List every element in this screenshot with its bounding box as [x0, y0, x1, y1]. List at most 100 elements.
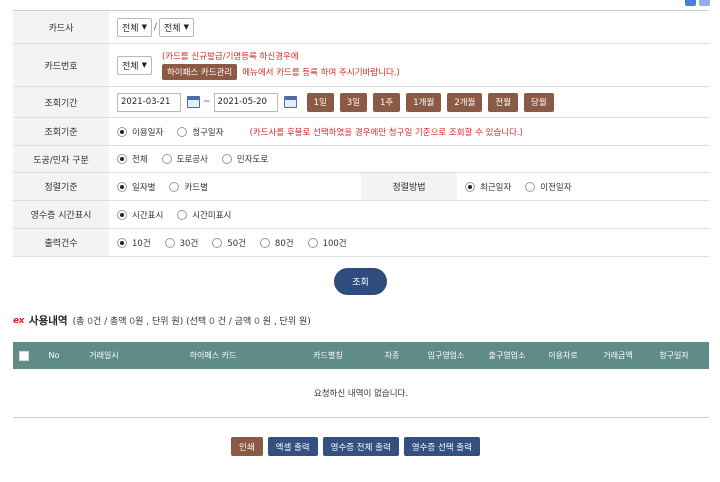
col-amount: 거래금액: [603, 351, 633, 360]
radio-time-show[interactable]: 시간표시: [117, 209, 163, 221]
list-view-icon[interactable]: [685, 0, 696, 6]
select-separator: /: [153, 22, 157, 32]
period-button-1day[interactable]: 1일: [306, 92, 334, 112]
label-criteria: 조회기준: [13, 118, 109, 145]
radio-count-30[interactable]: 30건: [164, 237, 198, 249]
radio-count-80[interactable]: 80건: [259, 237, 294, 249]
usage-history-header: ex 사용내역 (총 0건 / 총액 0원 , 단위 원) (선택 0 건 / …: [13, 313, 311, 328]
row-criteria: 조회기준 이용일자 청구일자 (카드사를 후불로 선택하였을 경우에만 청구일 …: [13, 118, 709, 146]
radio-count-10[interactable]: 10건: [117, 237, 151, 249]
label-card-number: 카드번호: [13, 44, 109, 86]
select-all-checkbox[interactable]: [19, 350, 29, 361]
col-no: No: [48, 351, 60, 360]
radio-sort-older[interactable]: 이전일자: [525, 181, 572, 193]
empty-table-message: 요청하신 내역이 없습니다.: [13, 369, 709, 418]
view-toggle-icons: [685, 0, 710, 8]
radio-count-100[interactable]: 100건: [307, 237, 347, 249]
radio-use-date[interactable]: 이용일자: [117, 126, 163, 138]
period-button-1month[interactable]: 1개월: [406, 92, 442, 112]
calendar-icon[interactable]: [283, 96, 297, 108]
row-receipt-time: 영수증 시간표시 시간표시 시간미표시: [13, 201, 709, 229]
chevron-down-icon: ▼: [141, 61, 147, 69]
radio-sort-date[interactable]: 일자별: [117, 181, 155, 193]
chevron-down-icon: ▼: [183, 23, 189, 31]
radio-dot: [169, 181, 180, 192]
label-receipt-time: 영수증 시간표시: [13, 201, 109, 228]
row-period: 조회기간 2021-03-21 ~ 2021-05-20 1일 3일 1주 1개…: [13, 87, 709, 118]
hipass-card-manage-button[interactable]: 하이패스 카드관리: [161, 64, 238, 80]
end-date-input[interactable]: 2021-05-20: [213, 92, 278, 112]
row-sort: 정렬기준 일자별 카드별 정렬방법 최근일자 이전일자: [13, 173, 709, 201]
excel-export-button[interactable]: 엑셀 출력: [267, 437, 318, 456]
receipt-print-all-button[interactable]: 영수증 전체 출력: [322, 437, 399, 456]
criteria-note: (카드사를 후불로 선택하였을 경우에만 청구일 기준으로 조회할 수 있습니다…: [249, 127, 523, 138]
period-button-1week[interactable]: 1주: [373, 92, 401, 112]
period-button-3day[interactable]: 3일: [339, 92, 368, 112]
card-company-subselect[interactable]: 전체 ▼: [159, 17, 194, 37]
table-header: No 거래일시 하이페스 카드 카드별칭 차종 입구영업소 출구영업소 이용차로…: [13, 342, 709, 369]
radio-dot: [177, 126, 188, 137]
radio-count-50[interactable]: 50건: [212, 237, 246, 249]
print-button[interactable]: 인쇄: [231, 437, 263, 456]
usage-summary: (총 0건 / 총액 0원 , 단위 원) (선택 0 건 / 금액 0 원 ,…: [72, 317, 311, 327]
search-button[interactable]: 조회: [334, 268, 387, 295]
radio-dot: [212, 237, 223, 248]
col-vehicle-type: 차종: [384, 351, 400, 360]
col-bill-date: 청구일자: [659, 351, 689, 360]
radio-sort-recent[interactable]: 최근일자: [465, 181, 511, 193]
radio-road-expressway[interactable]: 도로공사: [161, 153, 208, 165]
bottom-actions: 인쇄 엑셀 출력 영수증 전체 출력 영수증 선택 출력: [231, 437, 480, 456]
label-sort: 정렬기준: [13, 173, 109, 200]
date-range-separator: ~: [203, 97, 211, 107]
row-card-company: 카드사 전체 ▼ / 전체 ▼: [13, 11, 709, 44]
radio-bill-date[interactable]: 청구일자: [177, 126, 224, 138]
row-output-count: 출력건수 10건 30건 50건 80건 100건: [13, 229, 709, 257]
label-period: 조회기간: [13, 87, 109, 117]
col-datetime: 거래일시: [89, 351, 119, 360]
label-output-count: 출력건수: [13, 229, 109, 256]
ex-logo-icon: ex: [13, 315, 24, 326]
radio-time-hide[interactable]: 시간미표시: [177, 209, 231, 221]
radio-dot: [177, 209, 188, 220]
chevron-down-icon: ▼: [141, 23, 147, 31]
notice-line-2: 메뉴에서 카드를 등록 하여 주시기바랍니다.): [242, 68, 400, 78]
radio-dot: [164, 237, 175, 248]
label-road-type: 도공/민자 구분: [13, 146, 109, 172]
row-road-type: 도공/민자 구분 전체 도로공사 민자도로: [13, 146, 709, 173]
radio-dot: [117, 154, 127, 164]
col-lane: 이용차로: [548, 351, 578, 360]
period-button-2month[interactable]: 2개월: [447, 92, 483, 112]
col-entry-office: 입구영업소: [427, 351, 465, 360]
col-hipass-card: 하이페스 카드: [189, 351, 237, 360]
radio-dot: [117, 126, 127, 137]
period-button-this-month[interactable]: 당월: [524, 92, 554, 112]
calendar-icon[interactable]: [187, 96, 200, 108]
col-exit-office: 출구영업소: [488, 351, 526, 360]
receipt-print-selected-button[interactable]: 영수증 선택 출력: [403, 437, 480, 456]
label-sort-method: 정렬방법: [361, 173, 457, 200]
radio-dot: [117, 209, 127, 220]
col-card-alias: 카드별칭: [313, 351, 343, 360]
card-register-notice: (카드를 신규발급/기명등록 하신경우에 하이패스 카드관리 메뉴에서 카드를 …: [161, 50, 400, 80]
radio-dot: [221, 154, 232, 164]
radio-dot: [117, 237, 127, 248]
label-card-company: 카드사: [13, 11, 109, 43]
radio-sort-card[interactable]: 카드별: [169, 181, 208, 193]
grid-view-icon[interactable]: [699, 0, 710, 6]
row-card-number: 카드번호 전체 ▼ (카드를 신규발급/기명등록 하신경우에 하이패스 카드관리 …: [13, 44, 709, 87]
radio-dot: [525, 181, 536, 192]
card-number-select[interactable]: 전체 ▼: [117, 55, 152, 75]
notice-line-1: (카드를 신규발급/기명등록 하신경우에: [161, 52, 299, 62]
card-company-select[interactable]: 전체 ▼: [117, 17, 152, 37]
start-date-input[interactable]: 2021-03-21: [117, 92, 181, 112]
radio-dot: [161, 154, 172, 164]
search-form: 카드사 전체 ▼ / 전체 ▼ 카드번호 전체 ▼ (카드를 신규발급/기명등록 하신…: [13, 10, 709, 257]
radio-road-private[interactable]: 민자도로: [221, 153, 268, 165]
radio-dot: [307, 237, 318, 248]
usage-title: 사용내역: [28, 315, 68, 327]
period-button-last-month[interactable]: 전월: [488, 92, 519, 112]
radio-dot: [117, 181, 127, 192]
radio-road-all[interactable]: 전체: [117, 153, 148, 165]
radio-dot: [259, 237, 270, 248]
radio-dot: [465, 181, 475, 192]
